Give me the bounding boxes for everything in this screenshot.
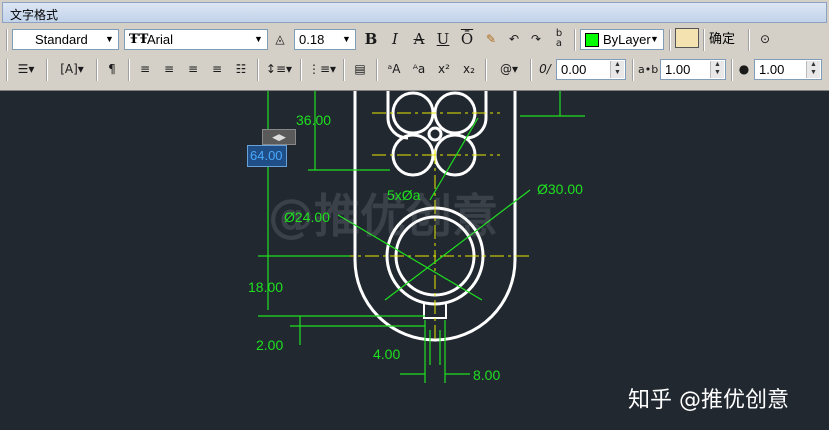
grip[interactable]: [6, 59, 8, 81]
text-height-dropdown[interactable]: 0.18 ▼: [294, 29, 356, 50]
separator: [530, 59, 532, 81]
distribute-icon[interactable]: ☷: [231, 59, 251, 80]
text-height-value: 0.18: [299, 32, 325, 47]
separator: [343, 59, 345, 81]
separator: [96, 59, 98, 81]
uppercase-icon[interactable]: ᵃA: [384, 59, 404, 80]
match-format-icon[interactable]: ✎: [481, 29, 501, 50]
brand-watermark: 知乎 @推优创意: [628, 388, 789, 413]
font-dropdown[interactable]: ŦŦ Arial ▼: [124, 29, 268, 50]
separator: [669, 29, 671, 51]
justification-icon[interactable]: [A]▾: [54, 59, 90, 80]
separator: [376, 59, 378, 81]
separator: [46, 59, 48, 81]
line-spacing-icon[interactable]: ↕≡▾: [264, 59, 294, 80]
text-formatting-toolbar: 文字格式 Standard ▼ ŦŦ Arial ▼ ◬ 0.18 ▼ B I …: [0, 0, 829, 91]
truetype-icon: ŦŦ: [129, 32, 149, 47]
bold-button[interactable]: B: [361, 29, 381, 50]
separator: [574, 29, 576, 51]
superscript-icon[interactable]: x²: [434, 59, 454, 80]
dimension-label: Ø30.00: [537, 181, 583, 197]
dimension-label: Ø24.00: [284, 209, 330, 225]
stack-icon[interactable]: ba: [549, 29, 569, 50]
separator: [257, 59, 259, 81]
dimension-edit-value: 64.00: [250, 148, 283, 163]
window-title: 文字格式: [10, 8, 59, 22]
dimension-edit-field[interactable]: 64.00: [247, 145, 287, 167]
justify-icon[interactable]: ≡: [207, 59, 227, 80]
width-factor-icon: ●: [738, 62, 750, 76]
symbol-icon[interactable]: @▾: [494, 59, 524, 80]
tracking-input[interactable]: 1.00 ▲ ▼: [660, 59, 726, 80]
ok-button[interactable]: 确定: [709, 29, 735, 50]
undo-icon[interactable]: ↶: [505, 29, 523, 50]
dimension-label: 5xØa: [387, 187, 421, 203]
separator: [300, 59, 302, 81]
oblique-angle-icon: 0/: [539, 62, 551, 76]
insert-field-icon[interactable]: ▤: [350, 59, 370, 80]
toolbar-row-2: ☰▾ [A]▾ ¶ ≡ ≡ ≡ ≡ ☷ ↕≡▾ ⋮≡▾ ▤ ᵃA ᴬa x² x…: [4, 57, 825, 83]
font-value: Arial: [147, 32, 174, 47]
options-icon[interactable]: ⊙: [755, 29, 775, 50]
strikethrough-button[interactable]: A: [409, 29, 429, 50]
overline-button[interactable]: Ō: [457, 29, 477, 50]
text-color-dropdown[interactable]: ByLayer ▼: [580, 29, 664, 50]
lowercase-icon[interactable]: ᴬa: [409, 59, 429, 80]
chevron-down-icon: ▼: [342, 34, 351, 44]
text-style-dropdown[interactable]: Standard ▼: [12, 29, 119, 50]
dimension-label: 4.00: [373, 346, 401, 362]
subscript-icon[interactable]: x₂: [459, 59, 479, 80]
text-color-value: ByLayer: [603, 32, 651, 47]
chevron-down-icon: ▼: [254, 34, 263, 44]
spinner-icon[interactable]: ▲ ▼: [806, 61, 820, 78]
width-factor-value: 1.00: [759, 62, 785, 77]
separator: [748, 29, 750, 51]
grip[interactable]: [6, 29, 8, 51]
grip-arrows-icon[interactable]: ◀▶: [262, 129, 296, 145]
title-bar[interactable]: 文字格式: [2, 2, 827, 23]
align-right-icon[interactable]: ≡: [183, 59, 203, 80]
separator: [731, 59, 733, 81]
redo-icon[interactable]: ↷: [527, 29, 545, 50]
text-style-value: Standard: [35, 32, 88, 47]
color-swatch: [585, 33, 599, 47]
align-left-icon[interactable]: ≡: [135, 59, 155, 80]
italic-button[interactable]: I: [385, 29, 405, 50]
tracking-icon: a•b: [638, 63, 659, 76]
separator: [128, 59, 130, 81]
paragraph-icon[interactable]: ¶: [102, 59, 122, 80]
tracking-value: 1.00: [665, 62, 691, 77]
annotative-icon[interactable]: ◬: [272, 29, 288, 50]
spinner-icon[interactable]: ▲ ▼: [610, 61, 624, 78]
separator: [703, 29, 705, 51]
dimension-label: 2.00: [256, 337, 284, 353]
align-center-icon[interactable]: ≡: [159, 59, 179, 80]
chevron-down-icon: ▼: [650, 34, 659, 44]
oblique-angle-input[interactable]: 0.00 ▲ ▼: [556, 59, 626, 80]
drawing-canvas[interactable]: [0, 91, 829, 430]
separator: [485, 59, 487, 81]
underline-button[interactable]: U: [433, 29, 453, 50]
dimension-label: 8.00: [473, 367, 501, 383]
dimension-label: 36.00: [296, 112, 332, 128]
spinner-icon[interactable]: ▲ ▼: [710, 61, 724, 78]
width-factor-input[interactable]: 1.00 ▲ ▼: [754, 59, 822, 80]
separator: [632, 59, 634, 81]
oblique-angle-value: 0.00: [561, 62, 587, 77]
numbering-icon[interactable]: ⋮≡▾: [307, 59, 337, 80]
ruler-icon[interactable]: [675, 28, 699, 48]
small-hole: [427, 126, 443, 142]
dimension-label: 18.00: [248, 279, 284, 295]
chevron-down-icon: ▼: [105, 34, 114, 44]
toolbar-row-1: Standard ▼ ŦŦ Arial ▼ ◬ 0.18 ▼ B I A U Ō…: [4, 27, 825, 53]
columns-icon[interactable]: ☰▾: [12, 59, 40, 80]
